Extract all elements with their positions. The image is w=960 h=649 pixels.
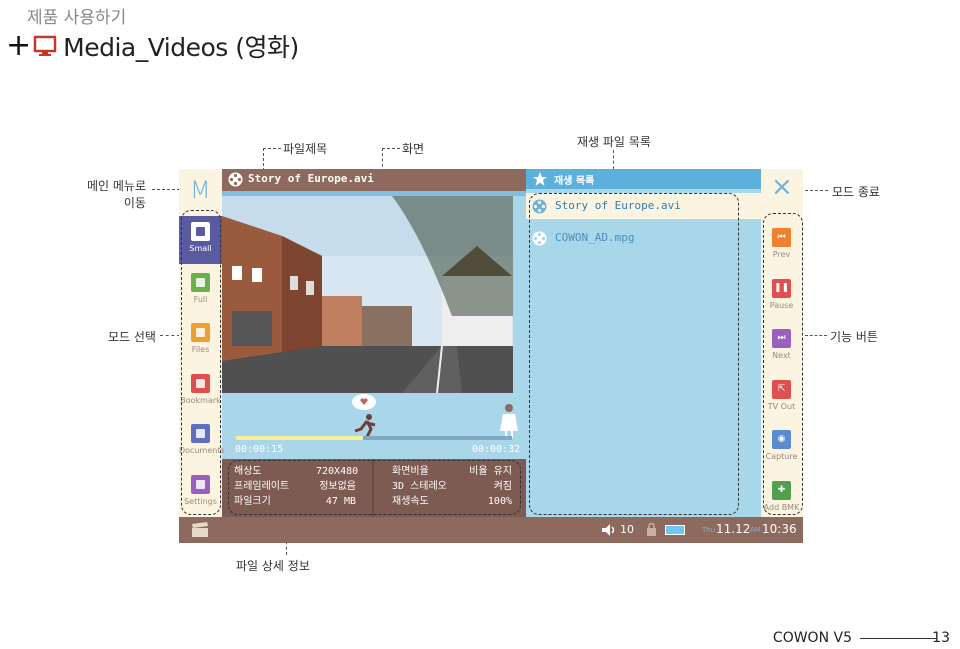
footer-brand: COWON V5 — [772, 630, 852, 646]
video-side-strip — [513, 196, 526, 393]
annotation-main-menu-line1: 메인 메뉴로 — [86, 179, 146, 193]
page-title-row: + Media_Videos (영화) — [6, 28, 299, 64]
star-icon — [533, 172, 547, 186]
file-info-highlight — [228, 460, 521, 515]
date: 11.12 — [716, 522, 751, 536]
film-reel-icon — [228, 172, 243, 187]
day: Thu — [702, 526, 716, 534]
playlist-header: 재생 목록 — [526, 169, 761, 189]
mode-buttons-highlight — [181, 210, 221, 515]
file-title: Story of Europe.avi — [248, 172, 374, 185]
lock-icon[interactable] — [646, 523, 657, 536]
annotation-main-menu-line2: 이동 — [123, 196, 146, 210]
ampm: AM — [750, 526, 761, 534]
plus-icon: + — [6, 28, 32, 63]
progress-fill — [236, 436, 363, 440]
volume-level: 10 — [620, 523, 634, 536]
monitor-icon — [33, 35, 57, 56]
main-menu-button[interactable]: M — [190, 176, 211, 204]
annotation-main-menu: 메인 메뉴로 이동 — [84, 178, 146, 212]
finish-figure-icon — [500, 404, 518, 438]
function-buttons-highlight — [763, 213, 803, 515]
annotation-file-title: 파일제목 — [283, 142, 328, 156]
playlist-title: 재생 목록 — [554, 176, 595, 187]
clapperboard-icon — [192, 522, 208, 537]
footer-rule — [860, 638, 936, 639]
battery-icon — [665, 525, 685, 535]
annotation-mode-select: 모드 선택 — [108, 330, 156, 344]
progress-area: 00:00:15 00:00:32 — [222, 393, 526, 459]
page-number: 13 — [932, 630, 950, 646]
annotation-file-details: 파일 상세 정보 — [236, 559, 310, 573]
elapsed-time: 00:00:15 — [235, 444, 284, 455]
close-button[interactable]: × — [771, 174, 793, 200]
annotation-mode-exit: 모드 종료 — [832, 185, 880, 199]
clock-time: 10:36 — [762, 522, 797, 536]
section-title: 제품 사용하기 — [27, 8, 127, 28]
volume-icon[interactable] — [602, 524, 616, 536]
runner-icon — [352, 394, 376, 438]
annotation-playlist: 재생 파일 목록 — [577, 135, 651, 149]
video-frame[interactable] — [222, 196, 513, 393]
annotation-screen: 화면 — [402, 142, 425, 156]
page-title: Media_Videos (영화) — [63, 33, 299, 62]
file-title-bar: Story of Europe.avi — [222, 169, 526, 191]
annotation-function-buttons: 기능 버튼 — [830, 330, 878, 344]
playlist-highlight — [529, 193, 739, 515]
total-time: 00:00:32 — [472, 444, 521, 455]
status-bar: 10 Thu 11.12 AM 10:36 — [179, 517, 803, 543]
